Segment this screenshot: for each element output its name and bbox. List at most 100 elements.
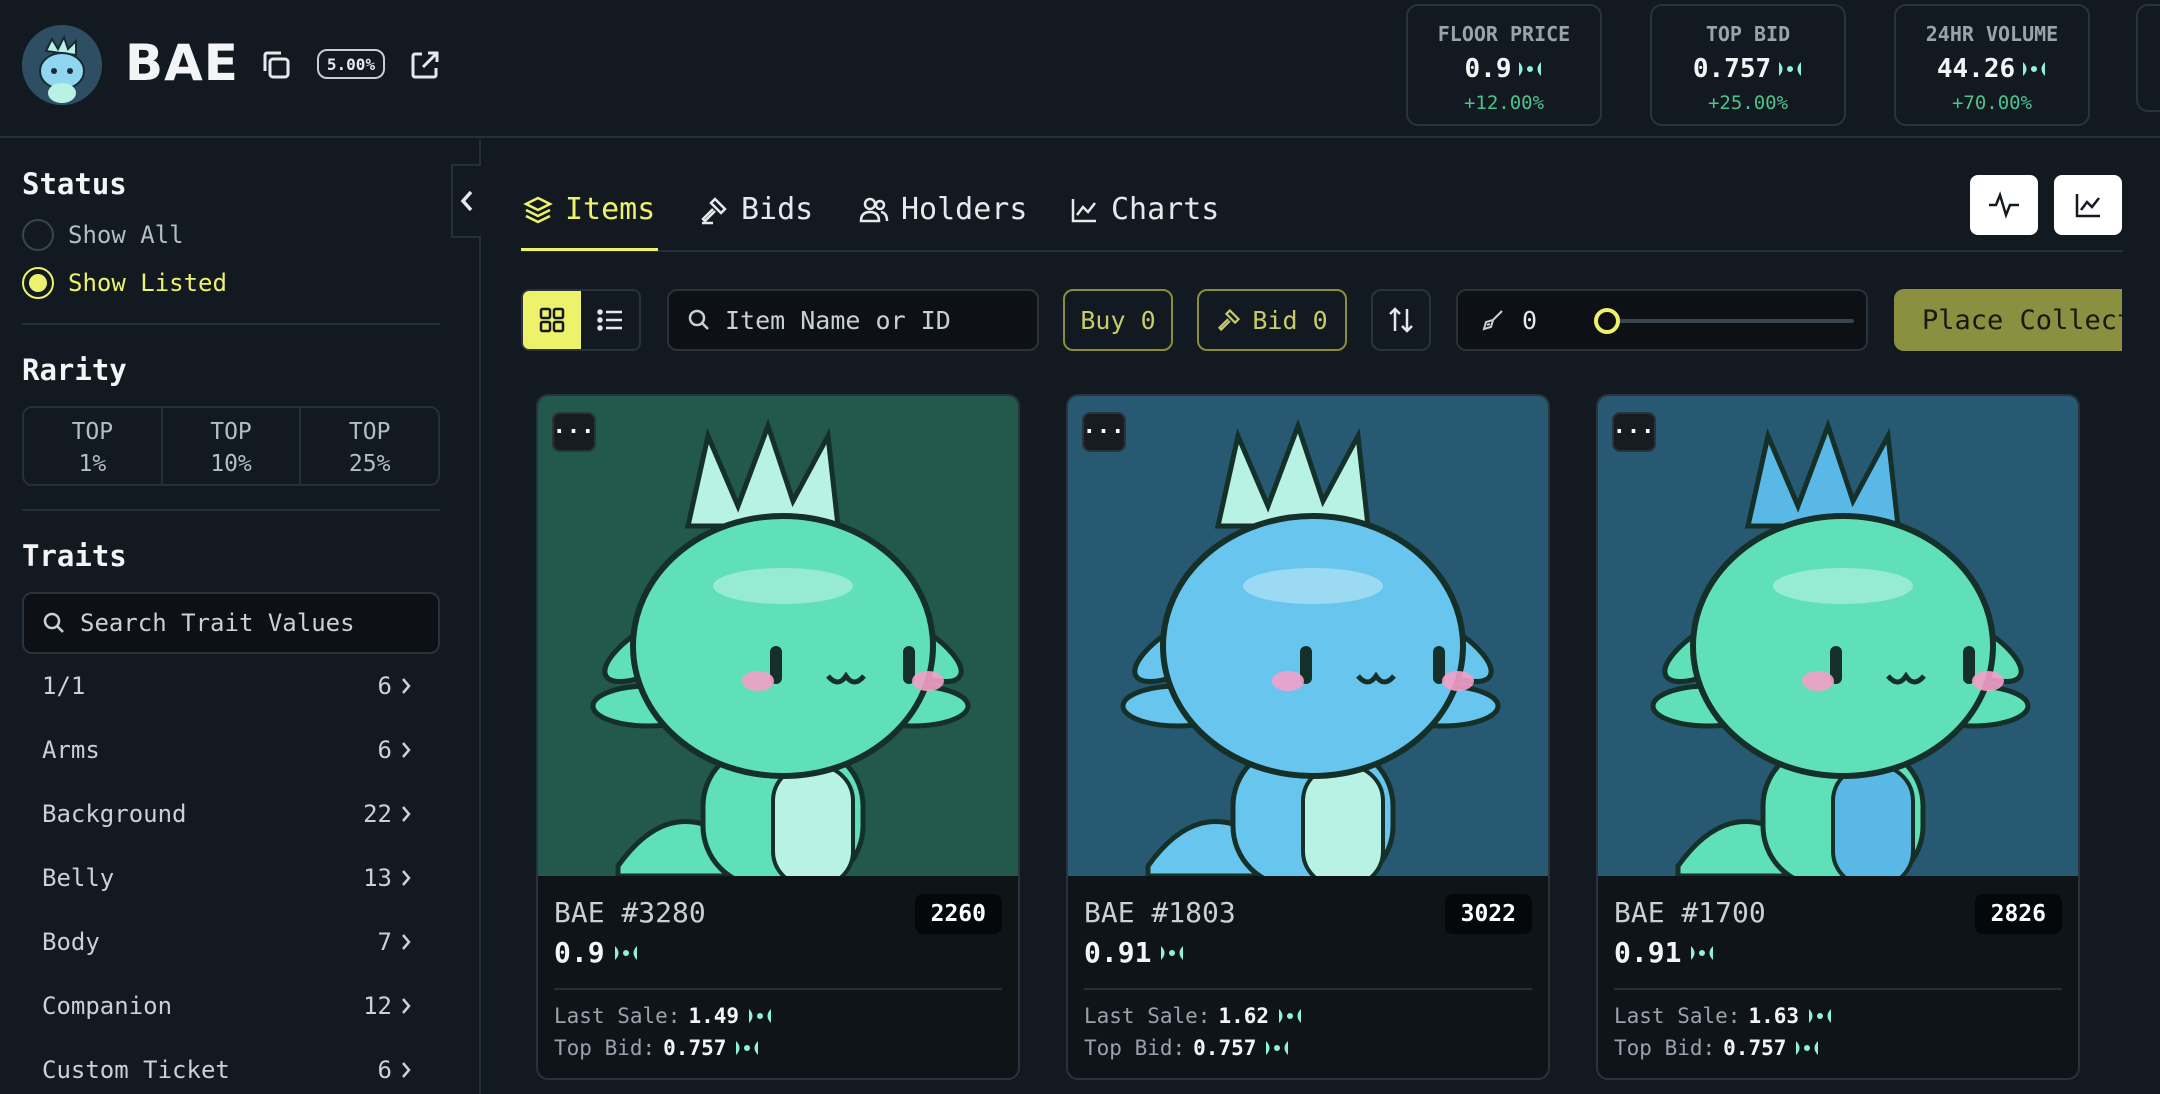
chevron-right-icon: [402, 998, 411, 1014]
divider: [1084, 988, 1532, 990]
broom-icon: [1482, 310, 1503, 331]
status-option-show-all[interactable]: Show All: [22, 219, 184, 251]
nft-image[interactable]: [1598, 396, 2078, 876]
collapse-sidebar-button[interactable]: [451, 164, 481, 238]
more-options-button[interactable]: ···: [1082, 412, 1126, 452]
sort-button[interactable]: [1371, 289, 1431, 351]
place-collection-bid-button[interactable]: Place Collection Bid: [1894, 289, 2122, 351]
slider-track[interactable]: [1606, 319, 1854, 323]
search-icon: [43, 612, 64, 633]
trait-item[interactable]: Custom Ticket 6: [42, 1056, 412, 1084]
sui-token-icon: [749, 1009, 772, 1023]
tab-label: Items: [565, 192, 656, 227]
stat-value: 0.757: [1692, 54, 1772, 84]
trait-label: Arms: [42, 736, 100, 764]
sui-token-icon: [1779, 62, 1802, 76]
top-bid-value: 0.757: [1723, 1036, 1787, 1060]
chevron-right-icon: [402, 934, 411, 950]
slider-thumb[interactable]: [1594, 308, 1620, 334]
trait-count: 13: [363, 864, 392, 892]
divider: [1614, 988, 2062, 990]
rarity-pct-label: 25%: [348, 451, 391, 477]
top-bid-label: Top Bid:: [554, 1036, 656, 1060]
bid-label: Bid 0: [1252, 305, 1328, 335]
chevron-right-icon: [402, 742, 411, 758]
chart-toggle-button[interactable]: [2054, 175, 2122, 235]
chevron-right-icon: [402, 806, 411, 822]
rarity-title: Rarity: [22, 353, 127, 387]
rarity-top-1-button[interactable]: TOP 1%: [24, 408, 163, 484]
rarity-top-25-button[interactable]: TOP 25%: [301, 408, 438, 484]
buy-button[interactable]: Buy 0: [1063, 289, 1173, 351]
item-search-input[interactable]: Item Name or ID: [667, 289, 1039, 351]
sui-token-icon: [1691, 945, 1714, 960]
rarity-rank-badge: 2826: [1974, 894, 2062, 934]
top-bid: Top Bid: 0.757: [1084, 1036, 1290, 1060]
status-option-label: Show All: [68, 221, 184, 249]
grid-view-button[interactable]: [523, 291, 581, 349]
trait-search-placeholder: Search Trait Values: [80, 609, 355, 637]
sweep-slider: 0: [1456, 289, 1868, 351]
tab-holders[interactable]: Holders: [859, 192, 1027, 227]
stat-value: 44.26: [1936, 54, 2016, 84]
tab-items[interactable]: Items: [523, 192, 655, 227]
top-bid-label: Top Bid:: [1614, 1036, 1716, 1060]
nft-card[interactable]: ··· BAE #3280 2260 0.9 Last Sale: 1.49 Top Bid…: [536, 394, 1020, 1080]
status-option-show-listed[interactable]: Show Listed: [22, 267, 227, 299]
stat-label: 24HR VOLUME: [1925, 22, 2059, 46]
tab-charts[interactable]: Charts: [1069, 192, 1219, 227]
stat-change: +25.00%: [1707, 92, 1789, 114]
sweep-count: 0: [1522, 305, 1538, 335]
trait-count: 12: [363, 992, 392, 1020]
more-options-button[interactable]: ···: [1612, 412, 1656, 452]
radio-selected[interactable]: [22, 267, 54, 299]
top-bid-value: 0.757: [663, 1036, 727, 1060]
tab-bids[interactable]: Bids: [699, 192, 813, 227]
copy-icon[interactable]: [259, 48, 293, 82]
top-bid-value: 0.757: [1193, 1036, 1257, 1060]
chart-icon: [1071, 198, 1096, 222]
divider: [22, 509, 440, 511]
activity-button[interactable]: [1970, 175, 2038, 235]
trait-item[interactable]: Companion 12: [42, 992, 412, 1020]
place-bid-label: Place Collection Bid: [1922, 304, 2122, 336]
last-sale: Last Sale: 1.49: [554, 1004, 773, 1028]
active-tab-indicator: [521, 248, 658, 251]
bid-button[interactable]: Bid 0: [1197, 289, 1347, 351]
radio-unselected[interactable]: [22, 219, 54, 251]
list-view-button[interactable]: [581, 291, 639, 349]
rarity-pct-label: 1%: [78, 451, 107, 477]
divider: [554, 988, 1002, 990]
stat-change: +70.00%: [1951, 92, 2033, 114]
rarity-pct-label: 10%: [210, 451, 252, 477]
nft-price: 0.91: [1084, 936, 1185, 969]
trait-item[interactable]: Body 7: [42, 928, 412, 956]
nft-image[interactable]: [538, 396, 1018, 876]
last-sale: Last Sale: 1.63: [1614, 1004, 1833, 1028]
trait-item[interactable]: 1/1 6: [42, 672, 412, 700]
rarity-top-10-button[interactable]: TOP 10%: [163, 408, 302, 484]
chevron-right-icon: [402, 678, 411, 694]
sui-token-icon: [1796, 1041, 1819, 1055]
gavel-icon: [701, 196, 727, 224]
nft-card[interactable]: ··· BAE #1803 3022 0.91 Last Sale: 1.62 Top Bi…: [1066, 394, 1550, 1080]
chevron-left-icon: [460, 190, 473, 212]
nft-name: BAE #3280: [554, 896, 706, 929]
chevron-right-icon: [402, 1062, 411, 1078]
trait-item[interactable]: Background 22: [42, 800, 412, 828]
sui-token-icon: [614, 945, 637, 960]
trait-search-input[interactable]: Search Trait Values: [22, 592, 440, 654]
last-sale-value: 1.62: [1218, 1004, 1270, 1028]
nft-name: BAE #1700: [1614, 896, 1766, 929]
external-link-icon[interactable]: [408, 48, 442, 82]
price-value: 0.91: [1084, 936, 1152, 969]
stat-label: FLOOR PRICE: [1437, 22, 1571, 46]
nft-card[interactable]: ··· BAE #1700 2826 0.91 Last Sale: 1.63 Top Bi…: [1596, 394, 2080, 1080]
nft-price: 0.9: [554, 936, 639, 969]
trait-item[interactable]: Belly 13: [42, 864, 412, 892]
users-icon: [859, 197, 889, 222]
trait-label: Body: [42, 928, 100, 956]
nft-image[interactable]: [1068, 396, 1548, 876]
more-options-button[interactable]: ···: [552, 412, 596, 452]
trait-item[interactable]: Arms 6: [42, 736, 412, 764]
